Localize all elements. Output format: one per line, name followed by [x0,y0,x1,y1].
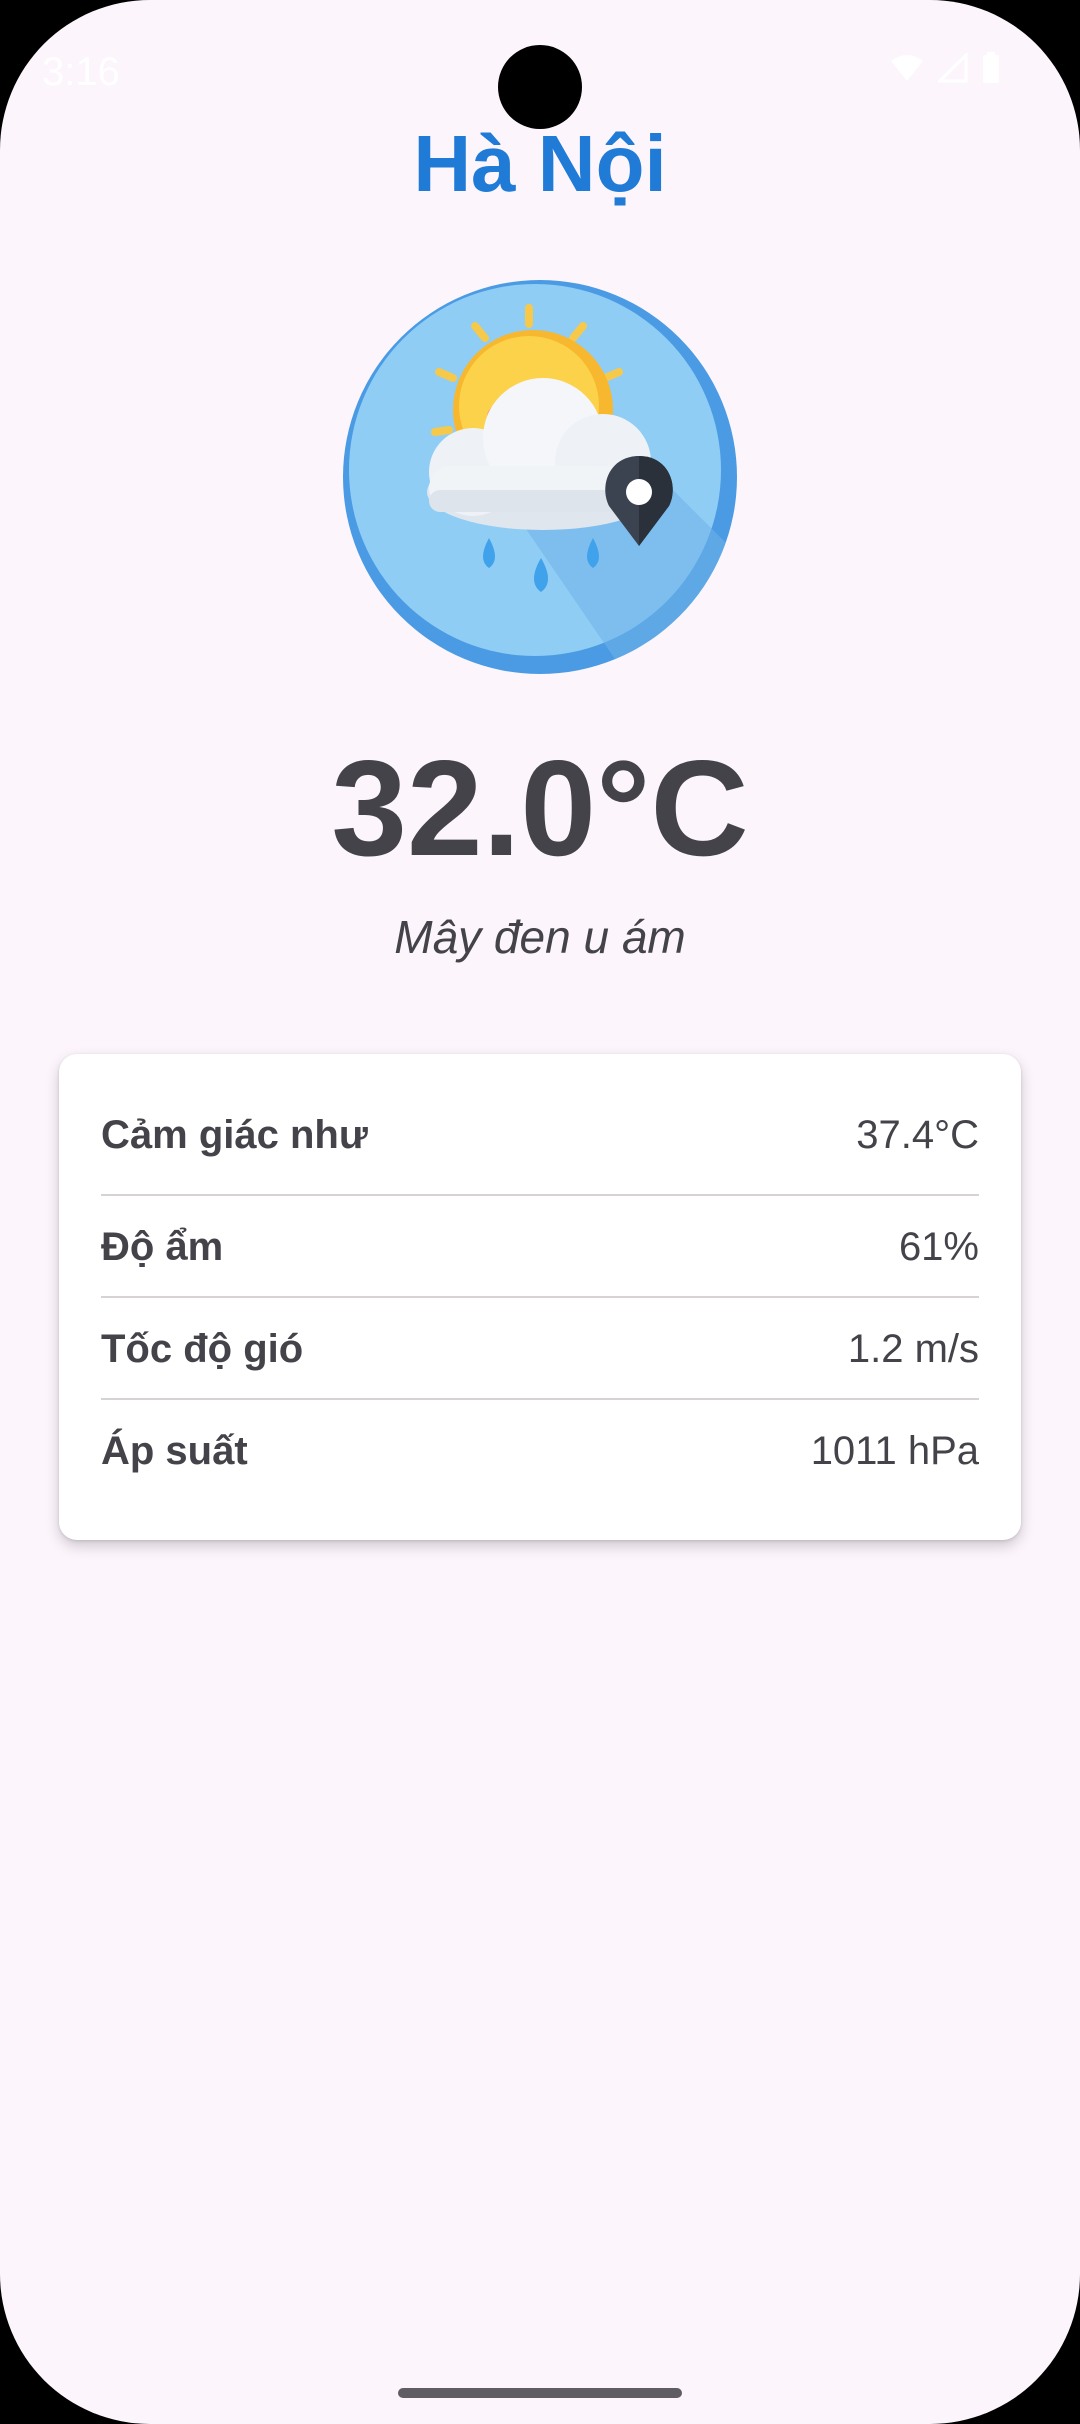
feels-like-label: Cảm giác như [101,1112,368,1157]
temperature-value: 32.0°C [331,732,749,884]
city-title: Hà Nội [413,119,667,208]
weather-description: Mây đen u ám [394,911,686,963]
signal-icon [936,51,968,88]
sun-cloud-rain-location-icon [343,280,737,674]
wind-speed-value: 1.2 m/s [847,1326,979,1371]
camera-cutout [498,45,582,129]
detail-row-humidity: Độ ẩm 61% [101,1196,979,1298]
pressure-value: 1011 hPa [810,1428,979,1473]
weather-details-card: Cảm giác như 37.4°C Độ ẩm 61% Tốc độ gió… [59,1054,1021,1540]
feels-like-value: 37.4°C [856,1112,979,1157]
app-screen: 3:16 Hà Nội 32.0°C Mây đen u ám Cảm giác… [0,0,1080,2424]
status-icons [890,51,1000,89]
detail-row-pressure: Áp suất 1011 hPa [101,1400,979,1502]
status-time: 3:16 [42,50,120,94]
wifi-icon [890,53,924,88]
battery-icon [982,52,1000,89]
detail-row-feels-like: Cảm giác như 37.4°C [101,1084,979,1186]
wind-speed-label: Tốc độ gió [101,1326,304,1371]
home-indicator[interactable] [398,2388,682,2398]
pressure-label: Áp suất [101,1428,248,1473]
humidity-label: Độ ẩm [101,1224,224,1269]
detail-row-wind-speed: Tốc độ gió 1.2 m/s [101,1298,979,1400]
humidity-value: 61% [898,1224,979,1269]
